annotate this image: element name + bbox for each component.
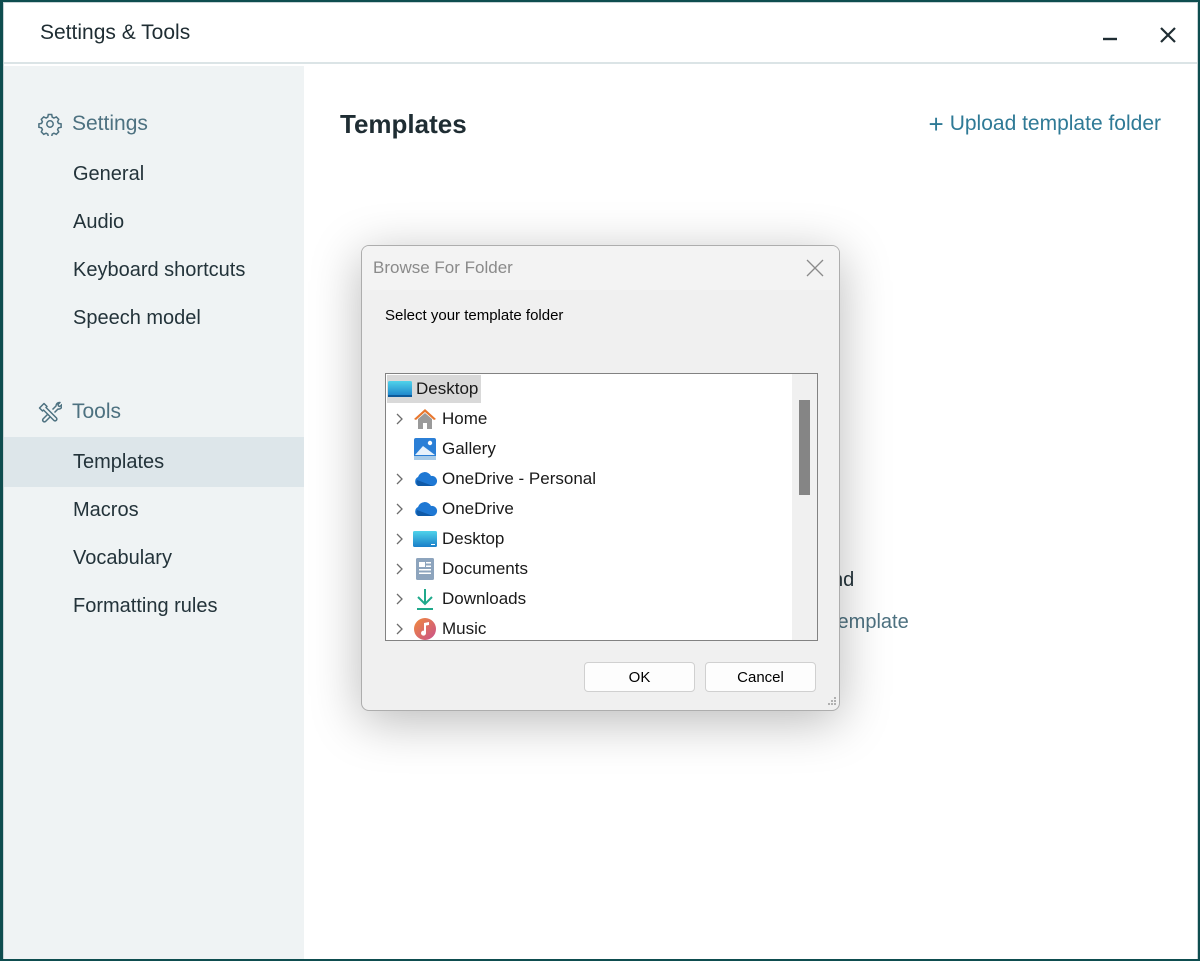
background-link[interactable]: template [832,611,909,634]
ok-button[interactable]: OK [584,662,695,692]
folder-tree[interactable]: Desktop Home Gallery OneDrive - Personal [385,373,818,641]
desktop-icon [412,527,438,551]
sidebar-item-label: Macros [73,498,139,521]
sidebar: Settings General Audio Keyboard shortcut… [4,66,304,959]
sidebar-item-macros[interactable]: Macros [4,485,304,535]
dialog-prompt: Select your template folder [385,307,564,324]
tree-item-label: Desktop [442,529,505,548]
tree-item-root-desktop[interactable]: Desktop [387,375,482,403]
gallery-icon [412,437,438,461]
sidebar-item-vocabulary[interactable]: Vocabulary [4,533,304,583]
documents-icon [412,557,438,581]
dialog-title: Browse For Folder [373,258,513,277]
settings-section-label: Settings [72,112,148,135]
chevron-right-icon[interactable] [386,593,412,605]
tree-item-home[interactable]: Home [386,404,487,434]
tree-item-label: Music [442,619,487,638]
resize-grip-icon[interactable] [826,697,836,707]
sidebar-item-label: Vocabulary [73,546,172,569]
gear-icon [38,113,62,136]
settings-section-header: Settings [38,112,148,136]
sidebar-item-label: Formatting rules [73,594,218,617]
sidebar-item-label: Templates [73,450,165,473]
chevron-right-icon[interactable] [386,533,412,545]
close-button[interactable] [1150,17,1186,53]
tree-item-onedrive[interactable]: OneDrive [386,494,514,524]
sidebar-item-label: Audio [73,210,125,233]
home-icon [412,407,438,431]
tree-item-label: OneDrive - Personal [442,469,597,488]
sidebar-item-label: General [73,162,145,185]
title-bar: Settings & Tools [4,3,1197,64]
chevron-right-icon[interactable] [386,413,412,425]
sidebar-item-general[interactable]: General [4,149,304,199]
tools-section-header: Tools [38,400,121,424]
tree-item-music[interactable]: Music [386,614,487,640]
tree-item-onedrive-personal[interactable]: OneDrive - Personal [386,464,596,494]
tree-item-label: Desktop [416,379,479,398]
close-icon [1160,27,1176,43]
chevron-right-icon[interactable] [386,503,412,515]
sidebar-item-formatting-rules[interactable]: Formatting rules [4,581,304,631]
tree-item-documents[interactable]: Documents [386,554,528,584]
music-icon [412,617,438,640]
minimize-icon [1103,37,1117,41]
tools-icon [38,401,62,423]
tree-item-downloads[interactable]: Downloads [386,584,526,614]
upload-template-folder-link[interactable]: + Upload template folder [928,109,1161,139]
chevron-right-icon[interactable] [386,473,412,485]
tree-item-label: Home [442,409,488,428]
window-title: Settings & Tools [40,21,191,44]
sidebar-item-label: Speech model [73,306,201,329]
sidebar-item-label: Keyboard shortcuts [73,258,246,281]
tools-section-label: Tools [72,400,122,423]
tree-item-label: Documents [442,559,528,578]
sidebar-item-audio[interactable]: Audio [4,197,304,247]
page-title: Templates [340,109,467,139]
tree-item-desktop[interactable]: Desktop [386,524,504,554]
sidebar-item-keyboard-shortcuts[interactable]: Keyboard shortcuts [4,245,304,295]
plus-icon: + [928,109,944,139]
chevron-right-icon[interactable] [386,563,412,575]
tree-item-label: Gallery [442,439,496,458]
sidebar-item-templates[interactable]: Templates [4,437,304,487]
cancel-button[interactable]: Cancel [705,662,816,692]
onedrive-icon [412,497,438,521]
dialog-title-bar: Browse For Folder [362,246,839,290]
upload-link-label: Upload template folder [949,112,1161,135]
tree-scrollbar[interactable] [792,374,817,640]
onedrive-icon [412,467,438,491]
tree-item-label: OneDrive [442,499,514,518]
tree-item-label: Downloads [442,589,527,608]
downloads-icon [412,587,438,611]
minimize-button[interactable] [1092,17,1128,53]
dialog-close-button[interactable] [803,256,827,280]
close-icon [806,259,824,277]
desktop-icon [387,377,413,401]
browse-for-folder-dialog: Browse For Folder Select your template f… [361,245,840,711]
scrollbar-thumb[interactable] [799,400,810,495]
sidebar-item-speech-model[interactable]: Speech model [4,293,304,343]
chevron-right-icon[interactable] [386,623,412,635]
tree-item-gallery[interactable]: Gallery [386,434,496,464]
